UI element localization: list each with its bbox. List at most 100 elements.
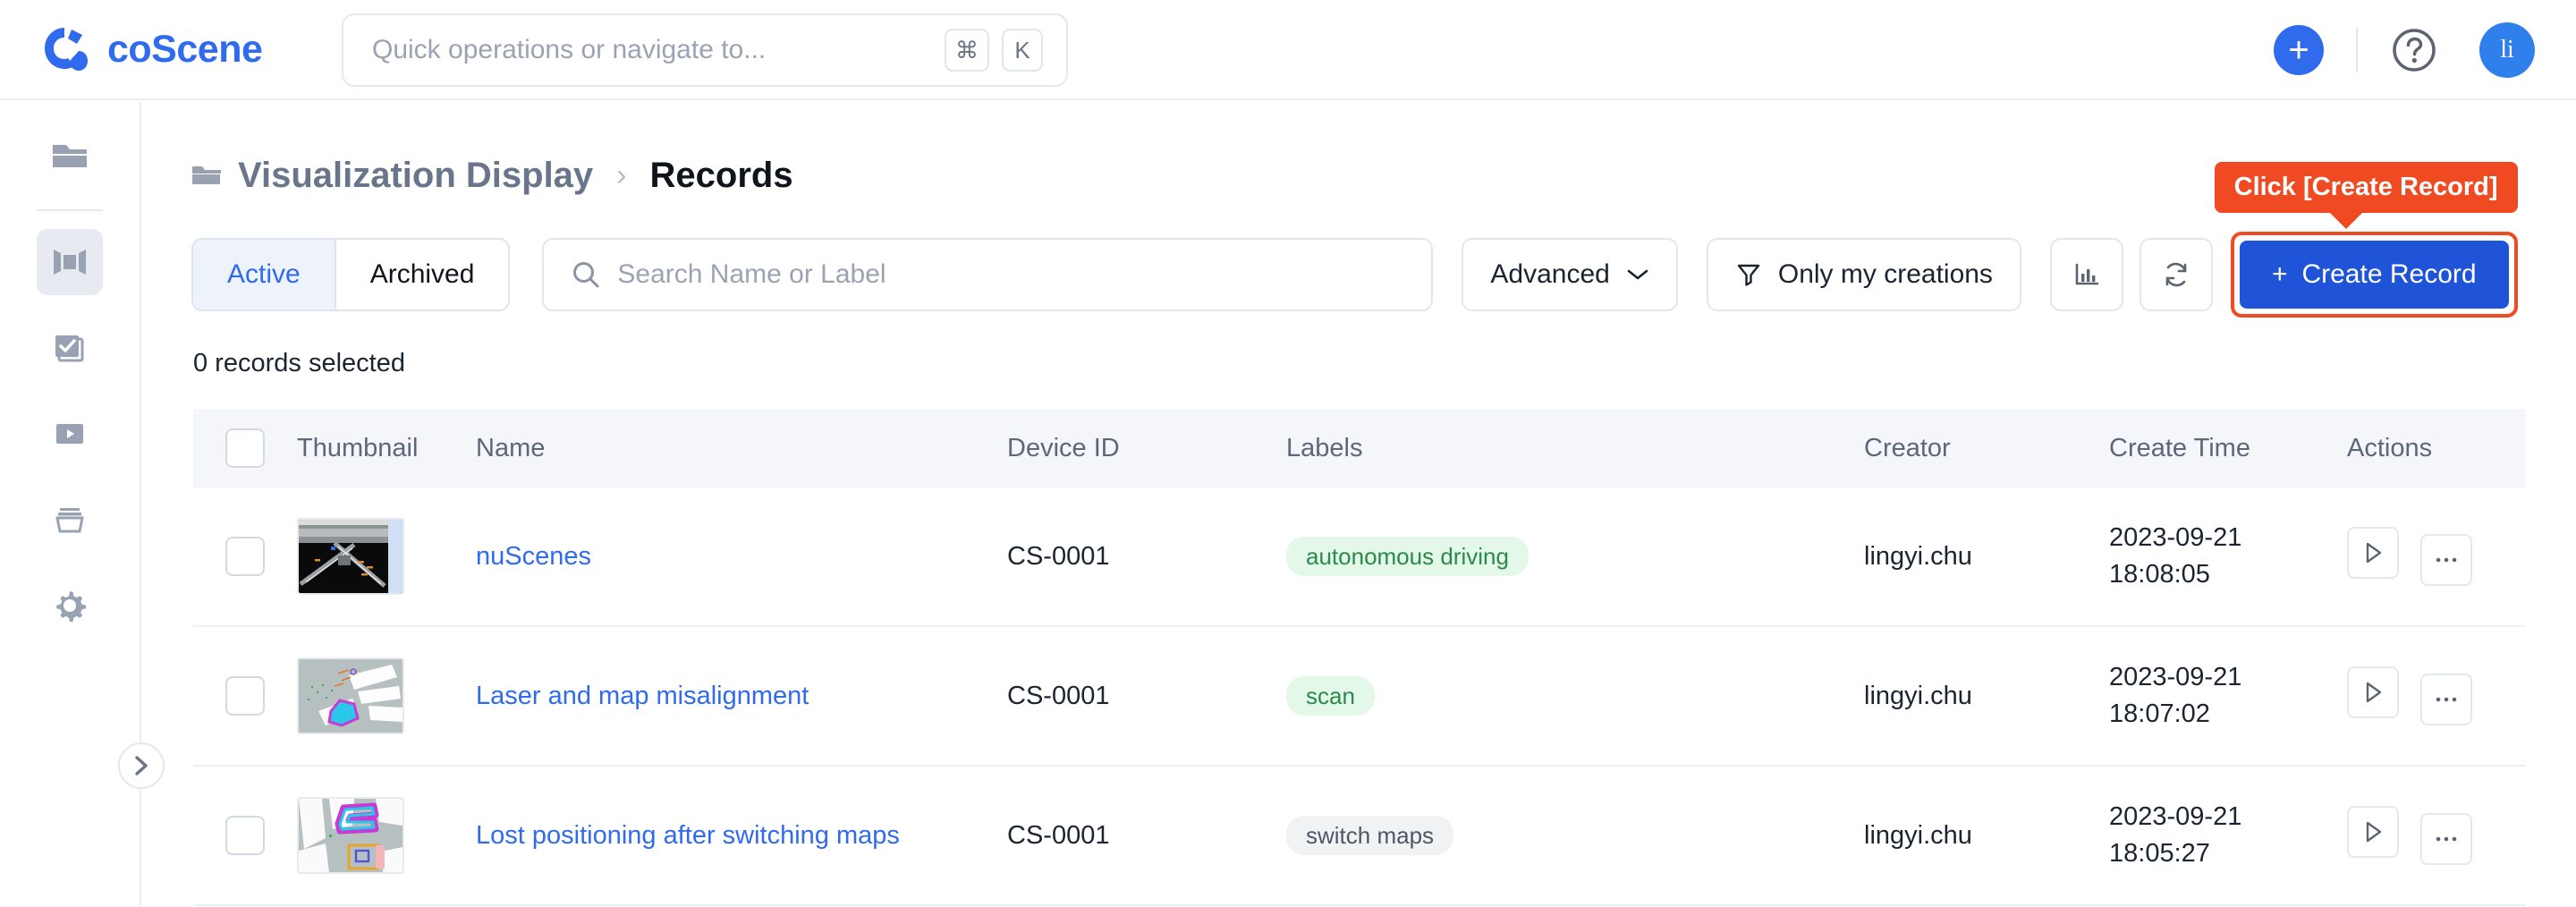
sidebar-divider [37, 209, 103, 211]
bar-chart-icon [2075, 263, 2099, 285]
create-clock: 18:07:02 [2109, 699, 2210, 728]
plus-icon: + [2271, 259, 2288, 289]
sidebar-item-settings[interactable] [37, 572, 103, 639]
brand-name: coScene [107, 27, 263, 71]
more-actions-button[interactable] [2420, 813, 2473, 865]
table-row[interactable]: nuScenes CS-0001 autonomous driving ling… [193, 487, 2526, 627]
sidebar-item-tasks[interactable] [37, 315, 103, 381]
ellipsis-icon [2436, 836, 2457, 842]
label-tag[interactable]: switch maps [1286, 816, 1454, 855]
sidebar-item-playback[interactable] [37, 401, 103, 467]
sidebar-item-projects[interactable] [37, 122, 103, 188]
create-clock: 18:08:05 [2109, 560, 2210, 589]
tab-active[interactable]: Active [193, 240, 335, 309]
row-checkbox[interactable] [225, 537, 265, 576]
only-my-creations-label: Only my creations [1777, 259, 1993, 289]
header-create-time: Create Time [2109, 433, 2250, 462]
breadcrumb-parent[interactable]: Visualization Display [238, 156, 593, 196]
breadcrumb-current: Records [649, 155, 793, 195]
laser-map-overlay-thumbnail[interactable] [297, 657, 404, 734]
refresh-button[interactable] [2139, 238, 2213, 311]
row-actions [2347, 666, 2526, 725]
refresh-icon [2165, 262, 2187, 287]
advanced-filter-button[interactable]: Advanced [1462, 238, 1678, 311]
omnibox-placeholder: Quick operations or navigate to... [372, 35, 767, 64]
select-all-cell [193, 428, 297, 468]
record-link[interactable]: Lost positioning after switching maps [476, 821, 900, 850]
row-creator: lingyi.chu [1864, 541, 1972, 571]
archive-box-icon [55, 508, 84, 533]
label-tag[interactable]: scan [1286, 676, 1375, 716]
row-creator: lingyi.chu [1864, 681, 1972, 710]
table-row[interactable]: Laser and map misalignment CS-0001 scan … [193, 627, 2526, 767]
row-actions [2347, 527, 2526, 586]
folder-icon [53, 145, 87, 167]
create-date: 2023-09-21 [2109, 662, 2242, 691]
breadcrumb-separator: › [616, 157, 627, 192]
row-checkbox[interactable] [225, 816, 265, 855]
row-labels-cell: autonomous driving [1286, 537, 1864, 576]
nuscenes-lidar-intersection-thumbnail[interactable] [297, 518, 404, 595]
row-labels-cell: scan [1286, 676, 1864, 716]
search-input[interactable]: Search Name or Label [542, 238, 1434, 311]
avatar[interactable]: li [2479, 22, 2535, 78]
kbd-k: K [1002, 29, 1043, 72]
select-all-checkbox[interactable] [225, 428, 265, 468]
kbd-command: ⌘ [945, 29, 989, 72]
create-clock: 18:05:27 [2109, 839, 2210, 868]
header-actions: Actions [2347, 433, 2433, 462]
status-tabs: Active Archived [191, 238, 511, 311]
row-select-cell [193, 537, 297, 576]
statistics-button[interactable] [2049, 238, 2123, 311]
sidebar-item-archive[interactable] [37, 487, 103, 553]
tab-archived[interactable]: Archived [334, 240, 509, 309]
question-circle-icon[interactable] [2390, 26, 2438, 74]
row-creator: lingyi.chu [1864, 820, 1972, 850]
play-box-icon [56, 424, 83, 444]
omnibox[interactable]: Quick operations or navigate to... ⌘ K [342, 13, 1068, 87]
record-link[interactable]: Laser and map misalignment [476, 682, 809, 710]
advanced-label: Advanced [1490, 259, 1610, 289]
task-check-icon [55, 335, 84, 362]
add-button[interactable]: + [2274, 25, 2324, 75]
play-icon [2366, 821, 2382, 843]
row-create-time: 2023-09-21 18:07:02 [2109, 659, 2347, 733]
create-record-area: Click [Create Record] + Create Record [2214, 162, 2518, 318]
row-device-id: CS-0001 [1007, 541, 1110, 571]
row-actions [2347, 806, 2526, 865]
switched-map-trace-thumbnail[interactable] [297, 797, 404, 874]
filter-icon [1737, 264, 1760, 286]
row-checkbox[interactable] [225, 676, 265, 716]
create-record-button[interactable]: + Create Record [2239, 241, 2509, 309]
header-device-id: Device ID [1007, 433, 1120, 462]
label-tag[interactable]: autonomous driving [1286, 537, 1529, 576]
record-link[interactable]: nuScenes [476, 542, 591, 571]
sidebar-item-visualization[interactable] [37, 229, 103, 295]
sidebar-expand-toggle[interactable] [118, 742, 165, 789]
coscene-logo-icon [45, 28, 88, 71]
header-labels: Labels [1286, 433, 1363, 462]
create-record-label: Create Record [2301, 259, 2477, 289]
main-content: Visualization Display › Records Active A… [143, 102, 2576, 907]
row-device-id: CS-0001 [1007, 681, 1110, 710]
create-record-highlight: + Create Record [2230, 232, 2518, 318]
row-thumbnail-cell [297, 518, 476, 595]
brand[interactable]: coScene [41, 24, 263, 74]
play-button[interactable] [2347, 806, 2399, 858]
row-select-cell [193, 676, 297, 716]
row-name-cell: nuScenes [476, 542, 1007, 572]
more-actions-button[interactable] [2420, 674, 2473, 725]
records-table: Thumbnail Name Device ID Labels Creator … [193, 409, 2526, 906]
only-my-creations-button[interactable]: Only my creations [1706, 238, 2021, 311]
top-bar-actions: + li [2274, 0, 2535, 100]
play-button[interactable] [2347, 527, 2399, 579]
row-create-time: 2023-09-21 18:05:27 [2109, 799, 2347, 872]
table-row[interactable]: Lost positioning after switching maps CS… [193, 767, 2526, 906]
search-placeholder: Search Name or Label [617, 259, 886, 289]
gear-icon [56, 591, 87, 622]
chevron-down-icon [1627, 269, 1648, 280]
more-actions-button[interactable] [2420, 534, 2473, 586]
play-button[interactable] [2347, 666, 2399, 718]
divider [2356, 28, 2358, 72]
row-thumbnail-cell [297, 657, 476, 734]
